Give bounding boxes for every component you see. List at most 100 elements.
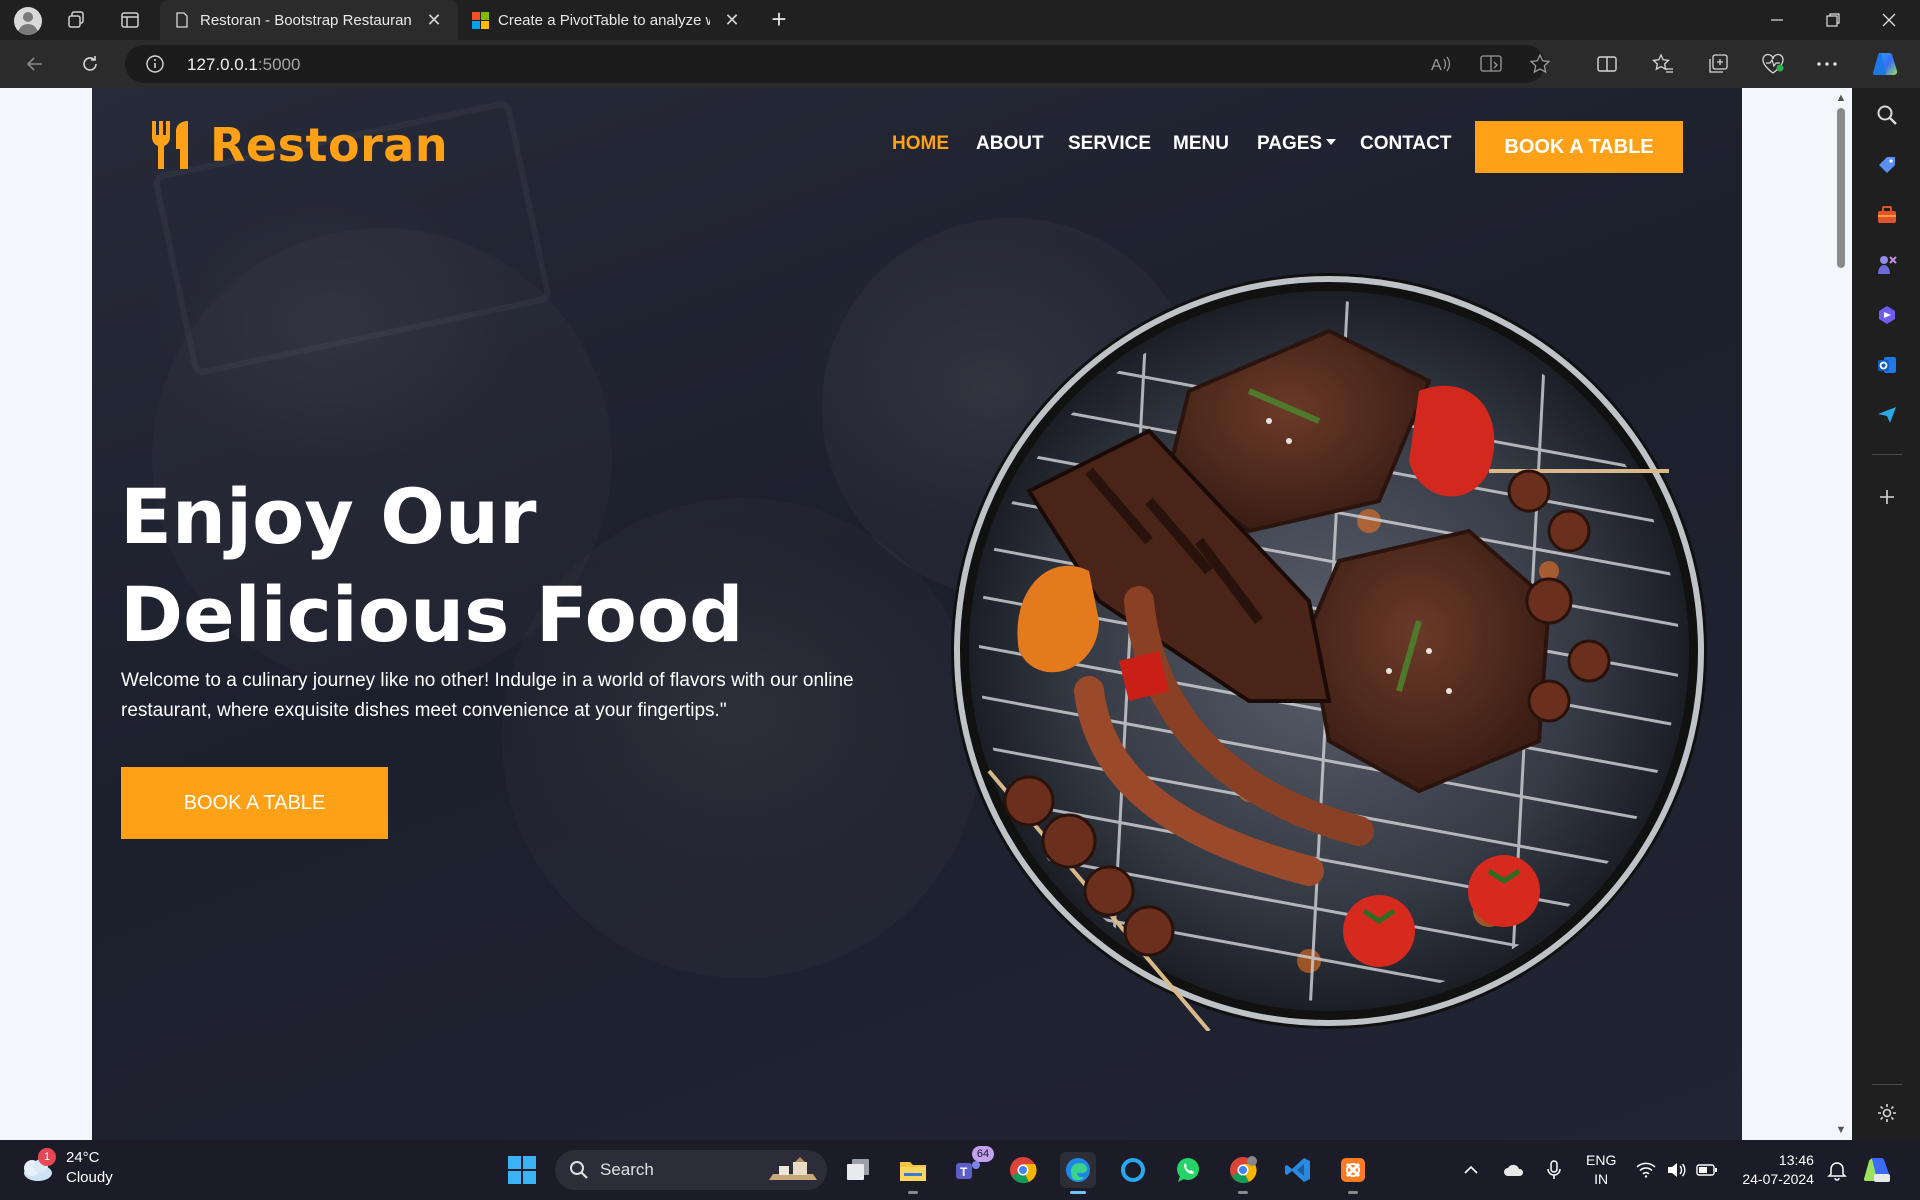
onedrive-cloud-icon[interactable] — [1502, 1162, 1526, 1178]
close-window-icon[interactable] — [1862, 0, 1916, 40]
microphone-icon[interactable] — [1546, 1160, 1562, 1180]
nav-service[interactable]: Service — [1068, 133, 1151, 155]
nav-contact[interactable]: Contact — [1360, 133, 1451, 155]
edge-icon[interactable] — [1060, 1152, 1096, 1194]
outlook-icon[interactable] — [1874, 352, 1900, 378]
active-indicator — [1070, 1191, 1086, 1194]
shopping-tag-icon[interactable] — [1874, 152, 1900, 178]
weather-badge: 1 — [38, 1148, 56, 1166]
favorites-icon[interactable] — [1648, 50, 1678, 78]
teams-icon[interactable]: T 64 — [950, 1146, 994, 1188]
address-bar[interactable]: 127.0.0.1:5000 A — [125, 45, 1551, 83]
games-icon[interactable] — [1874, 252, 1900, 278]
workspaces-icon[interactable] — [62, 6, 90, 34]
windows-logo-icon — [508, 1156, 536, 1184]
weather-condition: Cloudy — [66, 1169, 113, 1186]
browser-toolbar: 127.0.0.1:5000 A — [0, 40, 1920, 88]
minimize-icon[interactable] — [1750, 0, 1804, 40]
volume-icon[interactable] — [1666, 1162, 1686, 1178]
wifi-icon[interactable] — [1636, 1162, 1656, 1178]
url-port: :5000 — [257, 55, 301, 74]
teams-badge: 64 — [972, 1146, 994, 1162]
favorite-star-icon[interactable] — [1529, 53, 1551, 80]
grilled-food-image — [951, 273, 1707, 1031]
chevron-up-icon[interactable] — [1462, 1161, 1480, 1179]
cortana-icon[interactable] — [1115, 1152, 1151, 1188]
sidebar-separator — [1872, 1084, 1902, 1085]
browser-viewport: Restoran Home About Service Menu Pages C… — [0, 88, 1852, 1140]
tab-title: Create a PivotTable to analyze w — [498, 11, 710, 29]
hero-title: Enjoy Our Delicious Food — [120, 468, 820, 664]
hero-title-line1: Enjoy Our — [120, 472, 537, 561]
nav-menu[interactable]: Menu — [1173, 133, 1229, 155]
split-screen-icon[interactable] — [1592, 50, 1622, 78]
vscode-icon[interactable] — [1280, 1152, 1316, 1188]
tab-actions-icon[interactable] — [116, 6, 144, 34]
chrome-icon[interactable] — [1005, 1152, 1041, 1188]
more-icon[interactable] — [1812, 50, 1842, 78]
url-host: 127.0.0.1 — [187, 55, 258, 74]
search-label: Search — [600, 1160, 654, 1179]
close-tab-icon[interactable]: ✕ — [424, 10, 444, 31]
caret-down-icon — [1326, 138, 1337, 145]
tab-restoran[interactable]: Restoran - Bootstrap Restaurant ✕ — [160, 0, 458, 40]
weather-widget[interactable]: 1 24°C Cloudy — [18, 1148, 113, 1188]
hero-book-table-button[interactable]: Book A Table — [121, 767, 388, 839]
close-tab-icon[interactable]: ✕ — [722, 10, 742, 31]
nav-book-table-button[interactable]: Book A Table — [1475, 121, 1683, 173]
info-icon[interactable] — [145, 54, 165, 79]
clock-date: 24-07-2024 — [1742, 1171, 1814, 1187]
new-tab-button[interactable]: + — [764, 6, 794, 34]
search-icon[interactable] — [1874, 102, 1900, 128]
copilot-icon[interactable] — [1874, 302, 1900, 328]
system-tray: ENG IN 13:46 24-07-2024 — [1462, 1140, 1892, 1200]
read-aloud-icon[interactable]: A — [1430, 54, 1452, 79]
whatsapp-icon[interactable] — [1170, 1152, 1206, 1188]
start-button[interactable] — [504, 1152, 540, 1188]
tab-title: Restoran - Bootstrap Restaurant — [200, 11, 412, 29]
profile-avatar[interactable] — [14, 7, 42, 35]
scroll-down-icon[interactable]: ▼ — [1834, 1124, 1848, 1138]
search-icon — [570, 1161, 588, 1179]
nav-pages-dropdown[interactable]: Pages — [1257, 133, 1337, 155]
copilot-preview-icon[interactable] — [1862, 1156, 1892, 1184]
page-icon — [174, 12, 190, 28]
immersive-reader-icon[interactable] — [1480, 54, 1502, 79]
language-line1: ENG — [1586, 1152, 1617, 1168]
nav-about[interactable]: About — [976, 133, 1044, 155]
scroll-thumb[interactable] — [1837, 108, 1845, 268]
tab-pivottable[interactable]: Create a PivotTable to analyze w ✕ — [458, 0, 756, 40]
taskbar-search[interactable]: Search — [555, 1150, 827, 1190]
scroll-up-icon[interactable]: ▲ — [1834, 92, 1848, 106]
windows-taskbar: 1 24°C Cloudy Search T 64 ENG IN 13:46 2… — [0, 1140, 1920, 1200]
send-icon[interactable] — [1874, 402, 1900, 428]
running-indicator — [908, 1191, 918, 1194]
collections-icon[interactable] — [1703, 50, 1733, 78]
hero-description: Welcome to a culinary journey like no ot… — [121, 670, 854, 721]
microsoft-logo-icon — [472, 12, 489, 29]
language-line2: IN — [1594, 1171, 1609, 1187]
svg-text:A: A — [1431, 57, 1442, 74]
file-explorer-icon[interactable] — [895, 1152, 931, 1194]
battery-icon[interactable] — [1696, 1163, 1718, 1177]
restore-icon[interactable] — [1806, 0, 1860, 40]
tools-icon[interactable] — [1874, 202, 1900, 228]
refresh-icon[interactable] — [75, 50, 105, 78]
page-scrollbar[interactable]: ▲ ▼ — [1830, 88, 1852, 1140]
weather-text: 24°C Cloudy — [66, 1148, 113, 1188]
language-indicator[interactable]: ENG IN — [1586, 1151, 1616, 1189]
browser-essentials-icon[interactable] — [1758, 50, 1788, 78]
copilot-icon[interactable] — [1870, 50, 1900, 78]
add-icon[interactable] — [1874, 484, 1900, 510]
back-icon[interactable] — [20, 50, 50, 78]
xampp-icon[interactable] — [1335, 1152, 1371, 1194]
task-view-icon[interactable] — [840, 1152, 876, 1188]
settings-icon[interactable] — [1874, 1100, 1900, 1126]
clock-time: 13:46 — [1778, 1152, 1814, 1168]
notification-bell-icon[interactable] — [1826, 1159, 1848, 1181]
nav-pages-label: Pages — [1257, 133, 1323, 154]
url-text[interactable]: 127.0.0.1:5000 — [187, 55, 300, 75]
clock[interactable]: 13:46 24-07-2024 — [1742, 1151, 1814, 1189]
chrome-profile-icon[interactable] — [1225, 1152, 1261, 1194]
nav-home[interactable]: Home — [892, 133, 949, 155]
